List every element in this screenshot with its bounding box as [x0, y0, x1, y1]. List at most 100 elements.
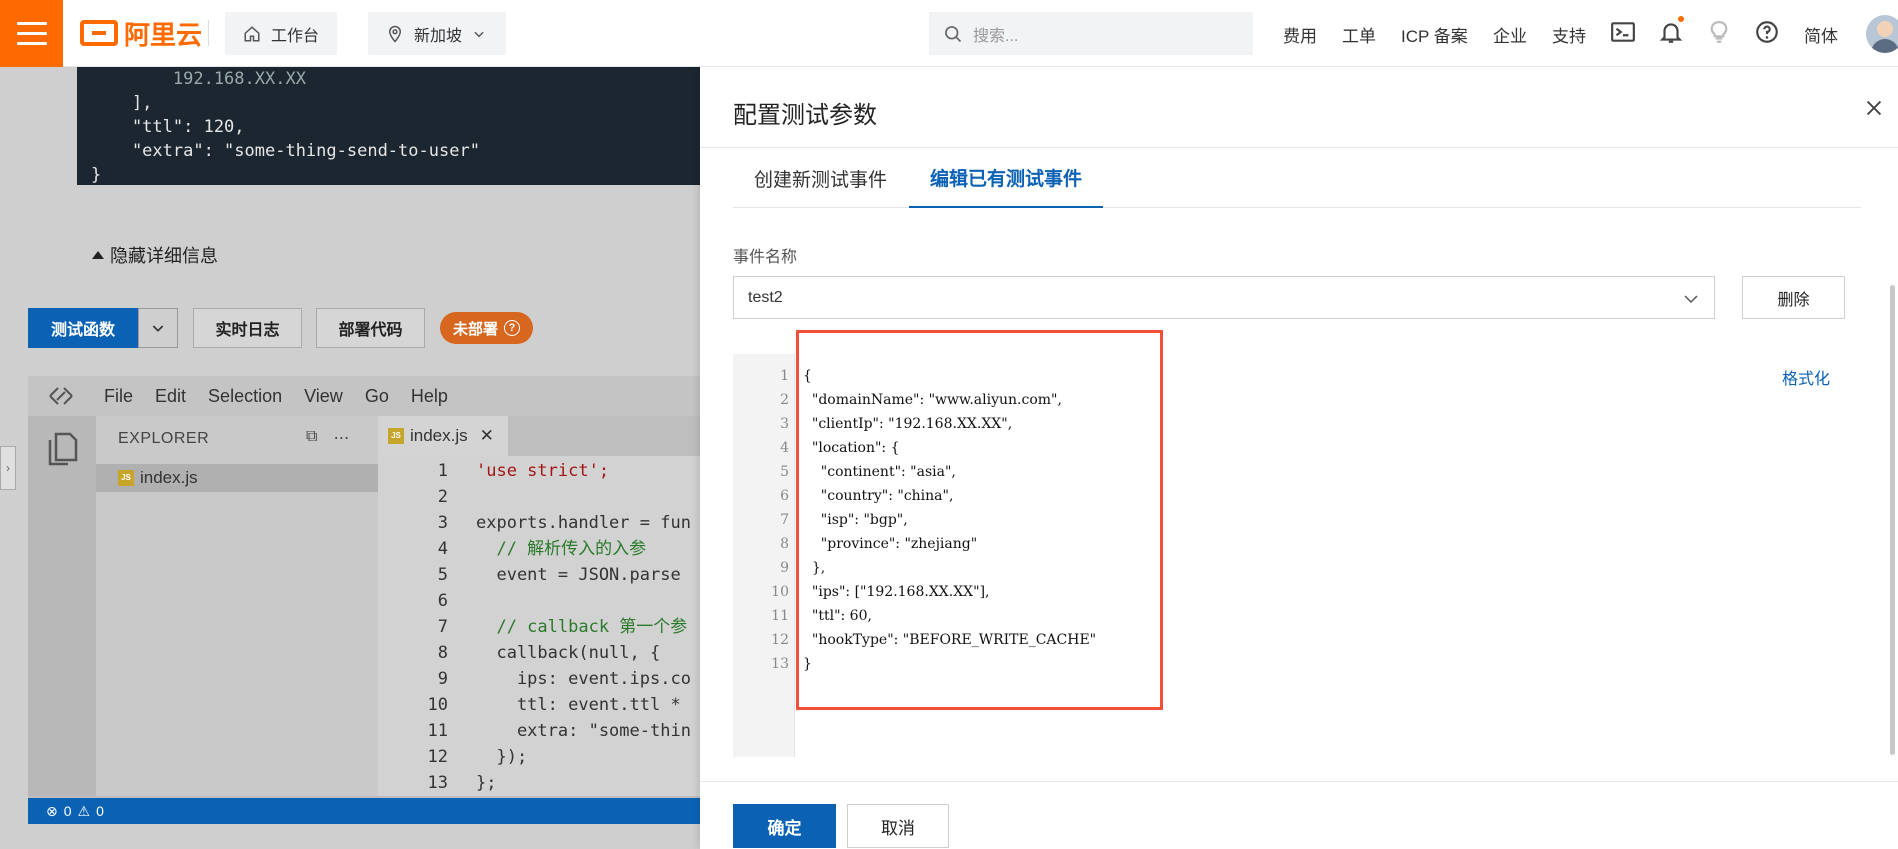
line-number: 4 — [780, 440, 789, 456]
aliyun-logo[interactable]: 阿里云 — [80, 18, 202, 50]
code-line: 5 event = JSON.parse — [437, 565, 681, 585]
menu-edit[interactable]: Edit — [155, 386, 186, 407]
event-name-select[interactable]: test2 — [733, 276, 1715, 319]
code-line: 4 // 解析传入的入参 — [437, 539, 647, 559]
nav-icp[interactable]: ICP 备案 — [1401, 22, 1468, 47]
line-number: 7 — [780, 512, 789, 528]
response-code-block: 192.168.XX.XX ], "ttl": 120, "extra": "s… — [77, 67, 717, 185]
region-selector[interactable]: 新加坡 — [368, 12, 506, 55]
collapse-all-icon[interactable]: ⧉ — [306, 428, 317, 448]
warning-count: 0 — [96, 803, 104, 819]
lightbulb-icon[interactable] — [1706, 19, 1732, 45]
explorer-panel: EXPLORER ⧉ ⋯ JS index.js — [96, 416, 378, 796]
workbench-button[interactable]: 工作台 — [225, 12, 338, 55]
question-icon[interactable]: ? — [504, 320, 520, 336]
menu-view[interactable]: View — [304, 386, 343, 407]
language-switch[interactable]: 简体 — [1804, 22, 1838, 47]
format-button[interactable]: 格式化 — [1782, 365, 1830, 389]
warning-icon: ⚠ — [77, 802, 91, 819]
menu-selection[interactable]: Selection — [208, 386, 282, 407]
menu-help[interactable]: Help — [411, 386, 448, 407]
expand-sidebar-handle[interactable]: › — [0, 446, 16, 490]
delete-button[interactable]: 删除 — [1742, 276, 1845, 319]
code-editor[interactable]: 1'use strict'; 2 3 exports.handler = fun … — [378, 456, 700, 796]
explorer-title: EXPLORER — [118, 430, 210, 447]
help-icon[interactable] — [1754, 19, 1780, 45]
region-label: 新加坡 — [414, 27, 463, 45]
code-line: 2 — [437, 487, 448, 507]
search-input[interactable]: 搜索... — [929, 12, 1253, 55]
cancel-button[interactable]: 取消 — [847, 804, 949, 848]
nav-billing[interactable]: 费用 — [1283, 22, 1317, 47]
home-icon — [244, 25, 260, 41]
line-number: 6 — [780, 488, 789, 504]
code-line: ], — [91, 93, 153, 113]
line-number: 9 — [780, 560, 789, 576]
ide-menubar: File Edit Selection View Go Help — [28, 376, 700, 416]
nav-tickets[interactable]: 工单 — [1342, 22, 1376, 47]
code-line: 1'use strict'; — [437, 461, 610, 481]
drawer-scrollbar[interactable] — [1890, 285, 1895, 755]
close-icon[interactable] — [1863, 97, 1885, 119]
code-line: "extra": "some-thing-send-to-user" — [91, 141, 480, 161]
editor-tab-index-js[interactable]: JS index.js ✕ — [378, 416, 508, 456]
code-line: 192.168.XX.XX — [91, 69, 306, 89]
error-icon: ⊗ — [46, 802, 58, 819]
triangle-up-icon — [92, 251, 104, 259]
menu-go[interactable]: Go — [365, 386, 389, 407]
code-line: 11 extra: "some-thin — [427, 721, 691, 741]
chevron-down-icon — [474, 31, 484, 37]
logo-divider — [208, 20, 209, 46]
code-line: "ttl": 120, — [91, 117, 245, 137]
avatar[interactable] — [1866, 15, 1898, 53]
line-number: 2 — [780, 392, 789, 408]
line-number: 10 — [771, 584, 789, 600]
brand-name: 阿里云 — [124, 19, 203, 50]
web-ide: File Edit Selection View Go Help EXPLORE… — [28, 376, 700, 824]
divider — [700, 781, 1898, 782]
status-badge: 未部署 ? — [440, 312, 533, 344]
notification-dot — [1678, 16, 1684, 22]
hide-detail-label: 隐藏详细信息 — [110, 246, 218, 266]
error-count: 0 — [63, 803, 72, 819]
location-pin-icon — [388, 25, 402, 43]
explorer-file-name: index.js — [140, 468, 198, 487]
bell-icon[interactable] — [1658, 19, 1684, 45]
chevron-down-icon — [1684, 295, 1698, 304]
deploy-code-button[interactable]: 部署代码 — [316, 308, 425, 348]
close-tab-icon[interactable]: ✕ — [480, 426, 494, 446]
code-line: 7 // callback 第一个参 — [437, 617, 688, 637]
menu-file[interactable]: File — [104, 386, 133, 407]
drawer-title: 配置测试参数 — [733, 102, 877, 129]
realtime-log-button[interactable]: 实时日志 — [193, 308, 302, 348]
code-line: 9 ips: event.ips.co — [437, 669, 691, 689]
terminal-icon[interactable] — [1610, 19, 1636, 45]
explorer-file-item[interactable]: JS index.js — [96, 464, 378, 492]
tab-edit-existing-event[interactable]: 编辑已有测试事件 — [909, 148, 1104, 208]
tab-create-new-event[interactable]: 创建新测试事件 — [733, 148, 908, 208]
menu-icon[interactable] — [0, 0, 63, 67]
line-number: 1 — [780, 368, 789, 384]
test-function-button[interactable]: 测试函数 — [28, 308, 138, 348]
code-line: 8 callback(null, { — [437, 643, 661, 663]
files-icon[interactable] — [46, 430, 78, 466]
nav-enterprise[interactable]: 企业 — [1493, 22, 1527, 47]
ide-status-bar: ⊗ 0 ⚠ 0 — [28, 798, 700, 824]
line-number: 3 — [780, 416, 789, 432]
confirm-button[interactable]: 确定 — [733, 804, 836, 848]
event-name-label: 事件名称 — [733, 249, 798, 266]
ide-logo-icon — [49, 387, 73, 405]
line-number: 11 — [771, 608, 789, 624]
js-file-icon: JS — [118, 470, 134, 486]
aliyun-logo-mark — [80, 20, 118, 46]
hide-detail-toggle[interactable]: 隐藏详细信息 — [92, 242, 218, 268]
more-icon[interactable]: ⋯ — [333, 428, 349, 448]
code-line: 12 }); — [427, 747, 528, 767]
code-line: 6 — [437, 591, 448, 611]
line-number: 13 — [771, 656, 789, 672]
top-navigation-bar: 阿里云 工作台 新加坡 搜索... 费用 工单 ICP 备案 企业 支持 简体 — [0, 0, 1898, 67]
search-icon — [945, 25, 962, 42]
code-line: 3 exports.handler = fun — [437, 513, 691, 533]
nav-support[interactable]: 支持 — [1552, 22, 1586, 47]
test-function-dropdown[interactable] — [138, 308, 178, 348]
